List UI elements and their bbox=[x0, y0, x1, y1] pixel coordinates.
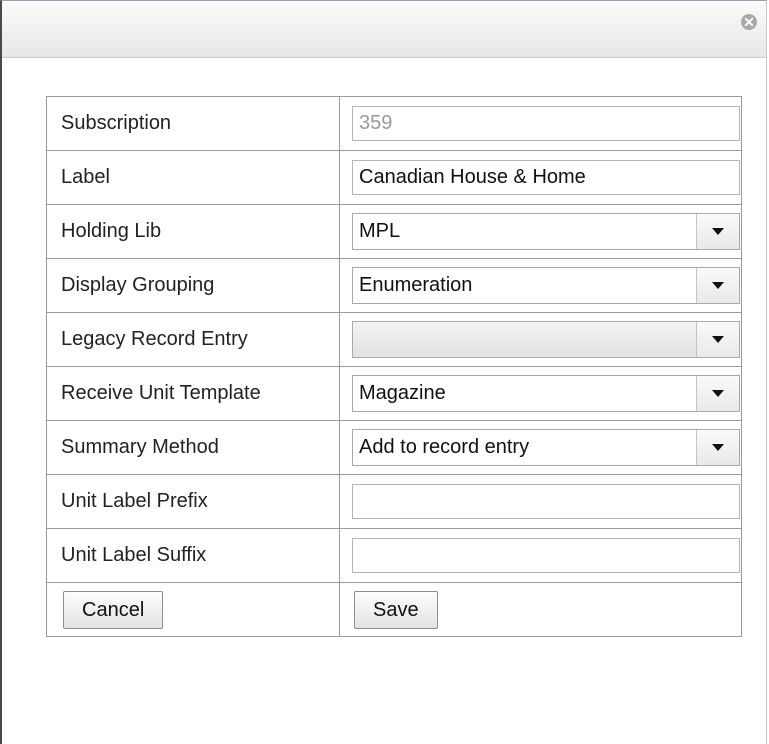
chevron-down-icon[interactable] bbox=[696, 214, 739, 249]
unit-label-suffix-label: Unit Label Suffix bbox=[46, 528, 340, 583]
form-row-legacy-record-entry: Legacy Record Entry bbox=[46, 312, 742, 367]
cancel-button[interactable]: Cancel bbox=[63, 590, 164, 629]
summary-method-select[interactable]: Add to record entry bbox=[352, 429, 740, 466]
holding-lib-value: MPL bbox=[359, 220, 401, 242]
chevron-down-icon[interactable] bbox=[696, 322, 739, 357]
form-row-receive-unit-template: Receive Unit Template Magazine bbox=[46, 366, 742, 421]
summary-method-value: Add to record entry bbox=[359, 436, 530, 458]
dialog: Subscription Label Holding Lib MPL bbox=[0, 0, 767, 744]
unit-label-suffix-field[interactable] bbox=[352, 538, 740, 573]
form-row-actions: Cancel Save bbox=[46, 582, 742, 637]
dialog-titlebar bbox=[2, 1, 766, 58]
label-label: Label bbox=[46, 150, 340, 205]
chevron-down-icon[interactable] bbox=[696, 376, 739, 411]
receive-unit-template-select[interactable]: Magazine bbox=[352, 375, 740, 412]
display-grouping-value: Enumeration bbox=[359, 274, 473, 296]
distribution-form: Subscription Label Holding Lib MPL bbox=[46, 96, 742, 637]
legacy-record-entry-select[interactable] bbox=[352, 321, 740, 358]
form-row-unit-label-suffix: Unit Label Suffix bbox=[46, 528, 742, 583]
receive-unit-template-value: Magazine bbox=[359, 382, 446, 404]
form-row-unit-label-prefix: Unit Label Prefix bbox=[46, 474, 742, 529]
receive-unit-template-label: Receive Unit Template bbox=[46, 366, 340, 421]
chevron-down-icon[interactable] bbox=[696, 430, 739, 465]
holding-lib-select[interactable]: MPL bbox=[352, 213, 740, 250]
form-row-display-grouping: Display Grouping Enumeration bbox=[46, 258, 742, 313]
save-button[interactable]: Save bbox=[354, 590, 438, 629]
unit-label-prefix-label: Unit Label Prefix bbox=[46, 474, 340, 529]
holding-lib-label: Holding Lib bbox=[46, 204, 340, 259]
form-row-label: Label bbox=[46, 150, 742, 205]
subscription-label: Subscription bbox=[46, 96, 340, 151]
form-row-holding-lib: Holding Lib MPL bbox=[46, 204, 742, 259]
form-row-summary-method: Summary Method Add to record entry bbox=[46, 420, 742, 475]
label-field[interactable] bbox=[352, 160, 740, 195]
summary-method-label: Summary Method bbox=[46, 420, 340, 475]
close-icon[interactable] bbox=[740, 13, 758, 31]
display-grouping-select[interactable]: Enumeration bbox=[352, 267, 740, 304]
form-row-subscription: Subscription bbox=[46, 96, 742, 151]
unit-label-prefix-field[interactable] bbox=[352, 484, 740, 519]
subscription-field bbox=[352, 106, 740, 141]
chevron-down-icon[interactable] bbox=[696, 268, 739, 303]
legacy-record-entry-label: Legacy Record Entry bbox=[46, 312, 340, 367]
display-grouping-label: Display Grouping bbox=[46, 258, 340, 313]
